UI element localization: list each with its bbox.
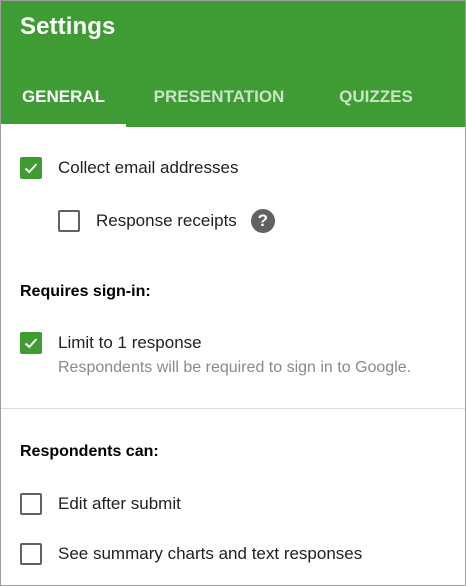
response-receipts-checkbox[interactable] bbox=[58, 210, 80, 232]
limit-response-checkbox[interactable] bbox=[20, 332, 42, 354]
tab-quizzes[interactable]: QUIZZES bbox=[337, 69, 415, 127]
help-icon[interactable]: ? bbox=[250, 209, 275, 233]
requires-signin-heading: Requires sign-in: bbox=[20, 283, 151, 300]
dialog-title: Settings bbox=[20, 13, 116, 40]
collect-email-checkbox[interactable] bbox=[20, 157, 42, 179]
edit-after-submit-checkbox[interactable] bbox=[20, 493, 42, 515]
see-summary-option: See summary charts and text responses bbox=[20, 543, 362, 565]
see-summary-checkbox[interactable] bbox=[20, 543, 42, 565]
tab-general[interactable]: GENERAL bbox=[1, 69, 126, 127]
limit-response-helper-text: Respondents will be required to sign in … bbox=[58, 359, 412, 376]
tab-presentation[interactable]: PRESENTATION bbox=[153, 69, 285, 127]
see-summary-label: See summary charts and text responses bbox=[58, 544, 363, 563]
response-receipts-option: Response receipts ? bbox=[58, 209, 275, 233]
settings-dialog: Settings GENERAL PRESENTATION QUIZZES Co… bbox=[0, 0, 466, 586]
respondents-can-heading: Respondents can: bbox=[20, 443, 159, 460]
collect-email-label: Collect email addresses bbox=[58, 158, 239, 177]
settings-tabs: GENERAL PRESENTATION QUIZZES bbox=[1, 69, 465, 127]
checkmark-icon bbox=[24, 163, 38, 174]
limit-response-label: Limit to 1 response bbox=[58, 333, 202, 352]
response-receipts-label: Response receipts bbox=[96, 211, 237, 230]
section-divider bbox=[1, 408, 465, 409]
edit-after-submit-option: Edit after submit bbox=[20, 493, 181, 515]
collect-email-option: Collect email addresses bbox=[20, 157, 238, 179]
checkmark-icon bbox=[24, 338, 38, 349]
settings-header: Settings GENERAL PRESENTATION QUIZZES bbox=[1, 1, 465, 127]
limit-response-option: Limit to 1 response bbox=[20, 332, 202, 354]
edit-after-submit-label: Edit after submit bbox=[58, 494, 181, 513]
